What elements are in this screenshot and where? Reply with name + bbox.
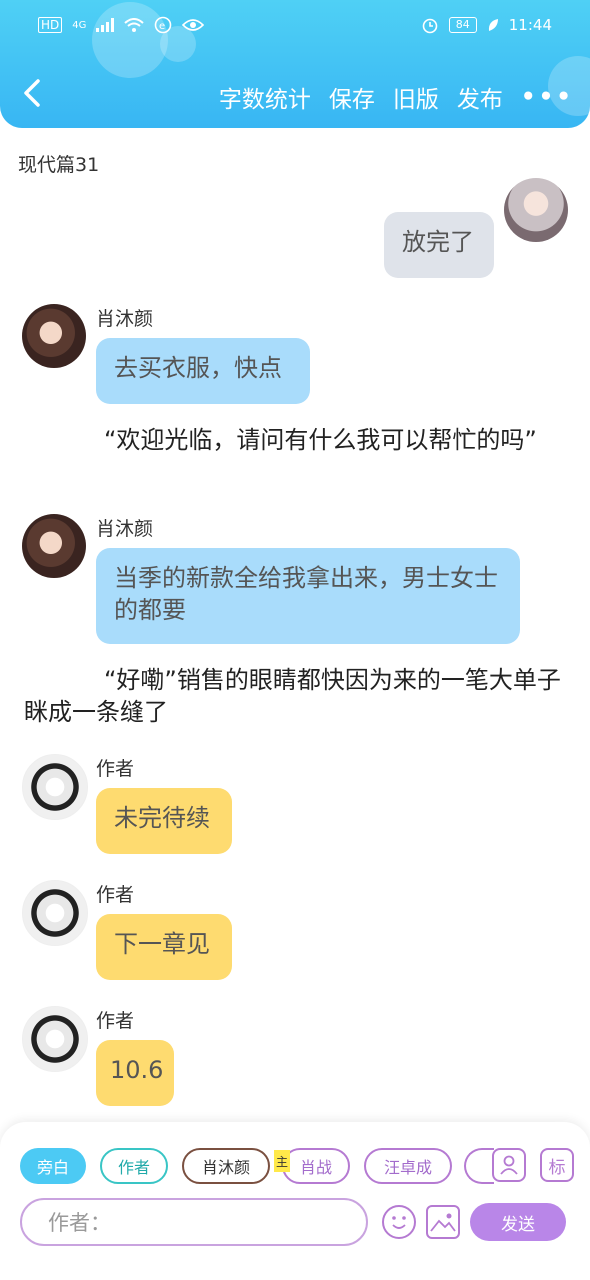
notification-icon: e — [155, 16, 172, 34]
avatar[interactable] — [22, 514, 86, 578]
eye-icon — [182, 19, 205, 31]
role-chip-narration[interactable]: 旁白 — [20, 1148, 86, 1184]
wifi-icon — [124, 18, 145, 32]
save-button[interactable]: 保存 — [329, 80, 375, 114]
more-menu-button[interactable]: ••• — [521, 84, 574, 110]
avatar[interactable] — [22, 880, 88, 946]
alarm-icon — [422, 18, 438, 34]
sender-name: 作者 — [96, 884, 135, 906]
role-chip-partial[interactable] — [464, 1148, 494, 1184]
avatar[interactable] — [504, 178, 568, 242]
message-bubble-right[interactable]: 放完了 — [384, 212, 494, 278]
narration-text[interactable]: “好嘞”销售的眼睛都快因为来的一笔大单子眯成一条缝了 — [24, 664, 569, 728]
sender-name: 肖沐颜 — [96, 308, 154, 330]
avatar[interactable] — [22, 304, 86, 368]
emoji-icon[interactable] — [382, 1205, 416, 1239]
message-input[interactable]: 作者： — [20, 1198, 368, 1246]
message-bubble[interactable]: 去买衣服，快点 — [96, 338, 310, 404]
network-type: 4G — [72, 19, 87, 31]
back-chevron-icon[interactable] — [22, 78, 42, 108]
publish-button[interactable]: 发布 — [457, 80, 503, 114]
send-button[interactable]: 发送 — [470, 1203, 566, 1241]
message-bubble[interactable]: 当季的新款全给我拿出来，男士女士的都要 — [96, 548, 520, 644]
avatar[interactable] — [22, 754, 88, 820]
chapter-title: 现代篇31 — [18, 154, 100, 176]
header-toolbar: 字数统计 保存 旧版 发布 ••• — [219, 80, 574, 114]
signal-icon — [96, 18, 115, 32]
hd-indicator: HD — [38, 17, 63, 33]
message-bubble[interactable]: 10.6 — [96, 1040, 174, 1106]
main-role-badge: 主 — [274, 1150, 290, 1172]
role-chip-xiaomuyan[interactable]: 肖沐颜 — [182, 1148, 270, 1184]
leaf-icon — [488, 19, 498, 31]
status-time: 11:44 — [508, 16, 552, 34]
role-chip-wangzhuocheng[interactable]: 汪卓成 — [364, 1148, 452, 1184]
status-bar: HD 4G e 84 11:44 — [38, 12, 552, 38]
avatar[interactable] — [22, 1006, 88, 1072]
svg-text:e: e — [159, 21, 165, 32]
sender-name: 作者 — [96, 1010, 135, 1032]
app-header: HD 4G e 84 11:44 字数统计 保存 旧版 发布 ••• — [0, 0, 590, 128]
old-version-button[interactable]: 旧版 — [393, 80, 439, 114]
word-count-button[interactable]: 字数统计 — [219, 80, 311, 114]
battery-indicator: 84 — [448, 17, 477, 33]
message-bubble[interactable]: 未完待续 — [96, 788, 232, 854]
sender-name: 肖沐颜 — [96, 518, 154, 540]
tag-button[interactable]: 标 — [540, 1148, 574, 1182]
user-card-icon[interactable] — [492, 1148, 526, 1182]
sender-name: 作者 — [96, 758, 135, 780]
role-chip-xiaozhan[interactable]: 肖战 — [282, 1148, 350, 1184]
message-bubble[interactable]: 下一章见 — [96, 914, 232, 980]
image-icon[interactable] — [426, 1205, 460, 1239]
role-chip-author[interactable]: 作者 — [100, 1148, 168, 1184]
narration-text[interactable]: “欢迎光临，请问有什么我可以帮忙的吗” — [24, 424, 569, 456]
